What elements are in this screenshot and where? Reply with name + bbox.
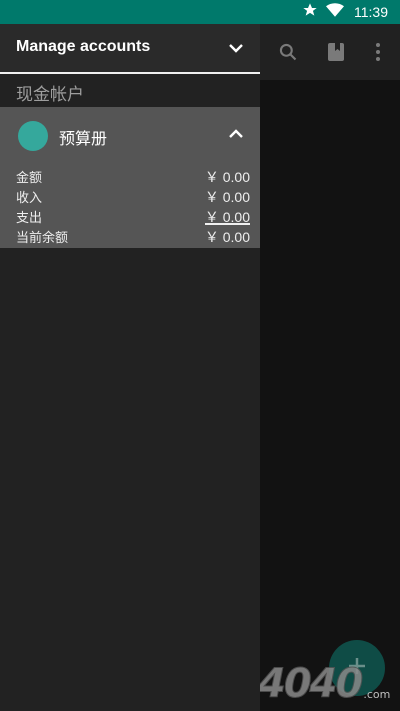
budget-avatar	[18, 121, 48, 151]
budget-book-section: 预算册 金额 ￥ 0.00 收入 ￥ 0.00 支出 ￥ 0.00 当前余额 ￥…	[0, 107, 260, 248]
chevron-up-icon[interactable]	[226, 124, 246, 144]
watermark: 4040 .com	[257, 657, 398, 708]
book-icon[interactable]	[324, 40, 348, 64]
navigation-drawer: Manage accounts 现金帐户 预算册 金额 ￥ 0.00 收入 ￥ …	[0, 24, 260, 711]
summary-label: 收入	[16, 191, 43, 206]
chevron-down-icon[interactable]	[226, 38, 246, 58]
summary-row-balance: 当前余额 ￥ 0.00	[0, 225, 260, 246]
cash-account-item[interactable]: 现金帐户	[0, 76, 260, 106]
search-icon[interactable]	[276, 40, 300, 64]
summary-label: 当前余额	[16, 231, 69, 246]
summary-value: ￥ 0.00	[204, 189, 250, 205]
summary-row-expense: 支出 ￥ 0.00	[0, 205, 260, 226]
wifi-icon	[326, 2, 344, 22]
summary-row-income: 收入 ￥ 0.00	[0, 185, 260, 206]
budget-book-name: 预算册	[59, 129, 108, 148]
budget-book-header[interactable]: 预算册	[0, 107, 260, 163]
app-toolbar	[260, 24, 400, 80]
main-content-area	[260, 80, 400, 711]
summary-value: ￥ 0.00	[204, 169, 250, 185]
summary-label: 支出	[16, 211, 43, 226]
summary-value: ￥ 0.00	[204, 229, 250, 245]
summary-label: 金额	[16, 171, 43, 186]
sum-divider	[205, 223, 250, 225]
star-icon	[302, 2, 318, 22]
status-bar: 11:39	[0, 0, 400, 24]
watermark-text: 4040	[257, 661, 363, 708]
status-icons: 11:39	[302, 0, 388, 24]
manage-accounts-header[interactable]: Manage accounts	[0, 24, 260, 74]
drawer-title: Manage accounts	[16, 38, 151, 55]
status-time: 11:39	[354, 4, 388, 20]
more-vert-icon[interactable]	[366, 40, 390, 64]
summary-row-amount: 金额 ￥ 0.00	[0, 165, 260, 186]
budget-summary: 金额 ￥ 0.00 收入 ￥ 0.00 支出 ￥ 0.00 当前余额 ￥ 0.0…	[0, 165, 260, 246]
watermark-suffix: .com	[363, 688, 391, 701]
cash-account-label: 现金帐户	[16, 85, 84, 105]
